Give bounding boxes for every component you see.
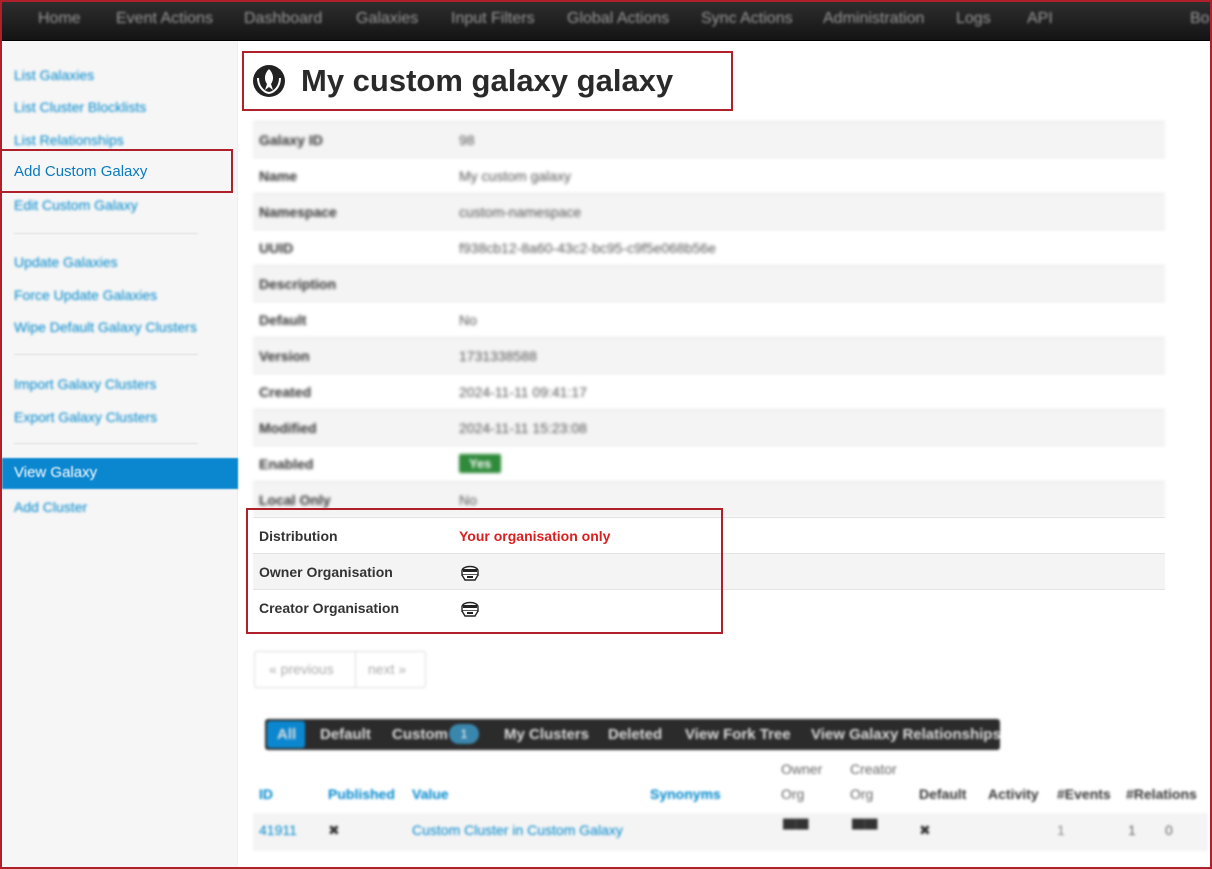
detail-key: Created [259, 384, 312, 400]
nav-home[interactable]: Home [38, 10, 81, 28]
detail-value: No [459, 312, 477, 328]
detail-row-galaxy-id: Galaxy ID 98 [253, 121, 1165, 157]
detail-row-description: Description [253, 265, 1165, 301]
detail-row-modified: Modified 2024-11-11 15:23:08 [253, 409, 1165, 445]
detail-row-name: Name My custom galaxy [253, 157, 1165, 193]
filter-custom-button[interactable]: Custom [392, 726, 448, 743]
nav-event-actions[interactable]: Event Actions [116, 10, 213, 28]
sidebar-item-list-relationships[interactable]: List Relationships [14, 132, 124, 148]
col-header-synonyms[interactable]: Synonyms [650, 786, 721, 802]
detail-row-enabled: Enabled Yes [253, 445, 1165, 481]
view-fork-tree-button[interactable]: View Fork Tree [685, 726, 791, 743]
nav-galaxies[interactable]: Galaxies [356, 10, 418, 28]
detail-value: 1731338588 [459, 348, 537, 364]
detail-key: Default [259, 312, 307, 328]
detail-key: Namespace [259, 204, 337, 220]
detail-row-created: Created 2024-11-11 09:41:17 [253, 373, 1165, 409]
detail-row-uuid: UUID f938cb12-8a60-43c2-bc95-c9f5e068b56… [253, 229, 1165, 265]
detail-key: Description [259, 276, 337, 292]
sidebar-divider [14, 443, 198, 444]
detail-row-namespace: Namespace custom-namespace [253, 193, 1165, 229]
cluster-id-link[interactable]: 41911 [259, 822, 297, 838]
nav-sync-actions[interactable]: Sync Actions [701, 10, 793, 28]
next-page-button[interactable]: next » [368, 661, 406, 677]
table-row: 41911 ✖ Custom Cluster in Custom Galaxy … [253, 813, 1208, 851]
nav-api[interactable]: API [1027, 10, 1053, 28]
relations-in-count: 0 [1165, 822, 1173, 838]
sidebar-item-wipe-default-clusters[interactable]: Wipe Default Galaxy Clusters [14, 319, 197, 335]
sidebar-divider [14, 354, 198, 355]
custom-count-badge: 1 [449, 724, 479, 744]
detail-value: 2024-11-11 09:41:17 [459, 384, 587, 400]
col-header-value[interactable]: Value [412, 786, 449, 802]
default-cross-icon: ✖ [919, 822, 931, 838]
sidebar-item-export-clusters[interactable]: Export Galaxy Clusters [14, 409, 157, 425]
detail-key: Modified [259, 420, 317, 436]
events-count: 1 [1057, 822, 1065, 838]
detail-key: Enabled [259, 456, 314, 472]
filter-default-button[interactable]: Default [320, 726, 371, 743]
highlight-title [242, 51, 733, 111]
detail-key: Name [259, 168, 298, 184]
filter-my-clusters-button[interactable]: My Clusters [504, 726, 589, 743]
sidebar-item-list-galaxies[interactable]: List Galaxies [14, 67, 94, 83]
sidebar-item-import-clusters[interactable]: Import Galaxy Clusters [14, 376, 156, 392]
detail-value: f938cb12-8a60-43c2-bc95-c9f5e068b56e [459, 240, 716, 256]
detail-value: 98 [459, 132, 475, 148]
published-cross-icon: ✖ [328, 822, 340, 838]
sidebar-divider [14, 233, 198, 234]
cluster-filter-bar: All Default Custom 1 My Clusters Deleted… [265, 719, 1001, 750]
detail-value: My custom galaxy [459, 168, 572, 184]
pagination: « previous next » [254, 651, 426, 688]
highlight-add-custom-galaxy [0, 149, 233, 193]
col-header-creator-org: Org [850, 786, 874, 802]
nav-logs[interactable]: Logs [956, 10, 991, 28]
sidebar-item-label: View Galaxy [14, 464, 98, 481]
detail-key: UUID [259, 240, 294, 256]
detail-key: Local Only [259, 492, 331, 508]
col-header-creator-top: Creator [850, 761, 897, 777]
sidebar-item-list-cluster-blocklists[interactable]: List Cluster Blocklists [14, 99, 146, 115]
col-header-relations: #Relations [1126, 786, 1197, 802]
nav-user-menu[interactable]: Bo [1190, 10, 1210, 28]
nav-administration[interactable]: Administration [823, 10, 924, 28]
sidebar-item-force-update-galaxies[interactable]: Force Update Galaxies [14, 287, 157, 303]
nav-dashboard[interactable]: Dashboard [244, 10, 322, 28]
detail-row-default: Default No [253, 301, 1165, 337]
col-header-default: Default [919, 786, 967, 802]
owner-org-icon: ▀▀ [783, 819, 809, 839]
sidebar-item-add-cluster[interactable]: Add Cluster [14, 499, 87, 515]
col-header-events: #Events [1057, 786, 1111, 802]
col-header-id[interactable]: ID [259, 786, 273, 802]
relations-out-count: 1 [1128, 822, 1136, 838]
cluster-value-link[interactable]: Custom Cluster in Custom Galaxy [412, 822, 623, 838]
col-header-owner-org: Org [781, 786, 805, 802]
creator-org-icon: ▀▀ [852, 819, 878, 839]
nav-global-actions[interactable]: Global Actions [567, 10, 669, 28]
sidebar-item-update-galaxies[interactable]: Update Galaxies [14, 254, 118, 270]
nav-input-filters[interactable]: Input Filters [451, 10, 535, 28]
detail-key: Version [259, 348, 310, 364]
detail-key: Galaxy ID [259, 132, 323, 148]
view-galaxy-relationships-button[interactable]: View Galaxy Relationships [811, 726, 1001, 743]
enabled-badge-wrap: Yes [459, 454, 502, 473]
detail-value: custom-namespace [459, 204, 582, 220]
top-navbar: Home Event Actions Dashboard Galaxies In… [0, 0, 1212, 41]
detail-value: 2024-11-11 15:23:08 [459, 420, 587, 436]
filter-all-label: All [277, 726, 297, 743]
highlight-organisation-details [246, 508, 723, 634]
pager-divider [355, 652, 356, 687]
col-header-published[interactable]: Published [328, 786, 395, 802]
previous-page-button[interactable]: « previous [269, 661, 334, 677]
filter-deleted-button[interactable]: Deleted [608, 726, 662, 743]
col-header-activity: Activity [988, 786, 1039, 802]
col-header-owner-top: Owner [781, 761, 823, 777]
enabled-badge: Yes [459, 454, 502, 473]
sidebar-item-edit-custom-galaxy[interactable]: Edit Custom Galaxy [14, 197, 138, 213]
detail-value: No [459, 492, 477, 508]
detail-row-version: Version 1731338588 [253, 337, 1165, 373]
sidebar-item-view-galaxy[interactable]: View Galaxy [2, 458, 238, 489]
